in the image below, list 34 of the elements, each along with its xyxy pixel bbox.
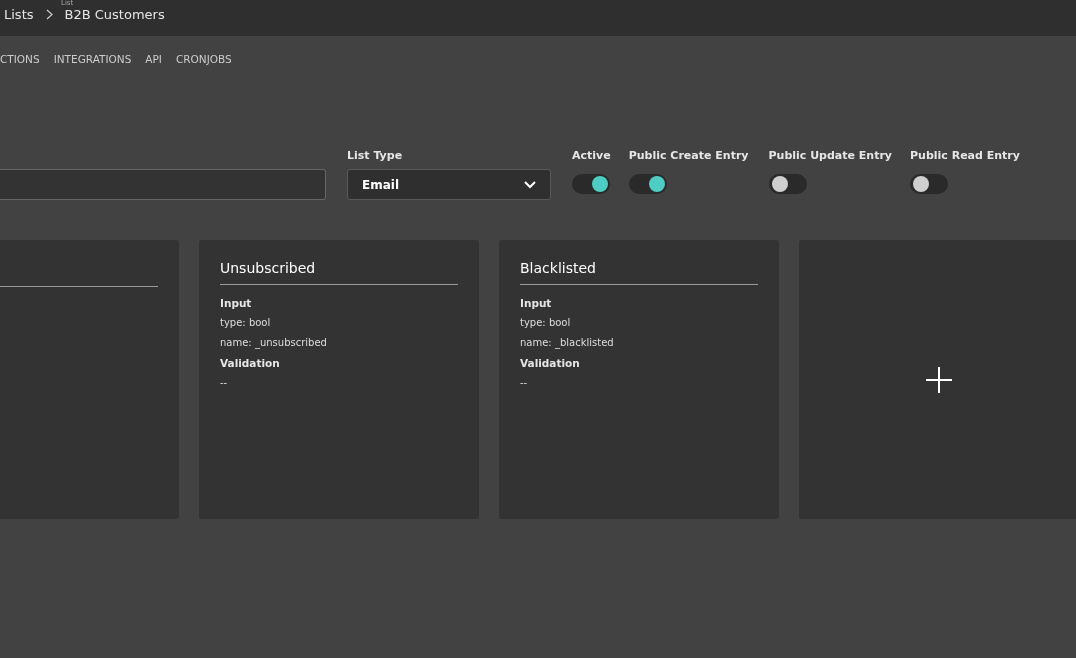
list-type-select[interactable]: Email <box>347 169 551 200</box>
field-name: name: _blacklisted <box>520 337 615 348</box>
toggle-label: Public Update Entry <box>768 149 892 162</box>
toggle-label: Public Read Entry <box>910 149 1020 162</box>
toggle-switch[interactable] <box>572 174 610 194</box>
tab[interactable]: CTIONS <box>0 53 40 66</box>
toggle-label: Active <box>572 149 611 162</box>
plus-icon <box>925 365 953 394</box>
field-card[interactable]: Blacklisted Input type: bool name: _blacklisted Validation -- <box>499 240 779 519</box>
input-field[interactable] <box>0 169 326 200</box>
field-type: type: bool <box>220 317 272 328</box>
validation-value: -- <box>520 377 529 388</box>
tab[interactable]: API <box>145 53 162 66</box>
breadcrumb-link[interactable]: B2B Customers <box>64 7 165 22</box>
breadcrumb-link[interactable]: Lists <box>4 7 34 22</box>
field-name: name: _unsubscribed <box>220 337 328 348</box>
field-type: type: bool <box>520 317 572 328</box>
validation-value: -- <box>220 377 229 388</box>
section-heading: Input <box>520 297 553 309</box>
toggle-switch[interactable] <box>628 174 667 194</box>
toggle-switch[interactable] <box>768 174 807 194</box>
section-heading: Input <box>220 297 253 309</box>
card-title: Blacklisted <box>520 260 597 276</box>
field-label: List Type <box>347 149 404 162</box>
toggle-label: Public Create Entry <box>628 149 749 162</box>
section-heading: Validation <box>220 357 281 369</box>
tab[interactable]: INTEGRATIONS <box>53 53 132 66</box>
chevron-right-icon <box>45 9 53 20</box>
field-card[interactable]: Unsubscribed Input type: bool name: _unsubscribed Validation -- <box>199 240 479 519</box>
section-heading: Validation <box>520 357 581 369</box>
toggle-switch[interactable] <box>910 174 948 194</box>
tab[interactable]: CRONJOBS <box>175 53 232 66</box>
card-title: Unsubscribed <box>220 260 317 276</box>
chevron-down-icon <box>524 180 536 189</box>
